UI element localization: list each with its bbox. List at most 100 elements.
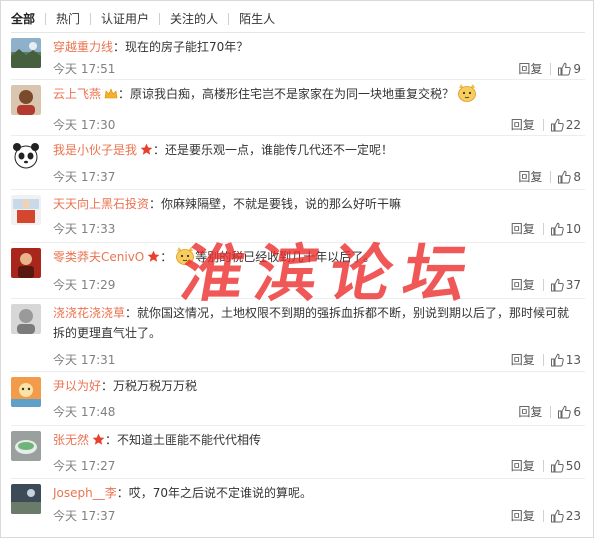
comment-username[interactable]: 穿越重力线 (53, 40, 113, 54)
comment-text: 不知道土匪能不能代代相传 (117, 433, 262, 447)
comment-actions: 回复 8 (518, 168, 581, 186)
comment-time: 今天 17:48 (53, 405, 116, 419)
like-button[interactable]: 9 (557, 60, 581, 78)
thumbs-up-icon (550, 278, 564, 292)
thumbs-up-icon (550, 222, 564, 236)
like-button[interactable]: 8 (557, 168, 581, 186)
comment-time: 今天 17:33 (53, 222, 116, 236)
tab-following[interactable]: 关注的人 (160, 9, 228, 29)
comment-username[interactable]: Joseph__李 (53, 486, 117, 500)
comment-item: Joseph__李：哎，70年之后说不定谁说的算呢。 今天 17:37 回复 2… (11, 479, 585, 529)
comment-body: 零类莽夫CenivO：等别的税已经收到几十年以后了。 (53, 247, 581, 271)
like-button[interactable]: 37 (550, 276, 581, 294)
filter-tabs: 全部 热门 认证用户 关注的人 陌生人 (11, 9, 285, 29)
reply-button[interactable]: 回复 (511, 507, 535, 525)
comment-body: 云上飞燕 ：原谅我白痴，高楼形住宅岂不是家家在为同一块地重复交税？ (53, 84, 581, 108)
comment-actions: 回复 6 (518, 403, 581, 421)
reply-button[interactable]: 回复 (518, 60, 542, 78)
comment-body: 尹以为好：万税万税万万税 (53, 379, 198, 393)
reply-button[interactable]: 回复 (511, 351, 535, 369)
comment-username[interactable]: 尹以为好 (53, 379, 101, 393)
comment-meta: 今天 17:31 回复 13 (53, 351, 581, 369)
action-separator (550, 171, 552, 183)
vip-crown-icon (104, 86, 118, 106)
comment-time: 今天 17:51 (53, 62, 116, 76)
comment-actions: 回复 50 (511, 457, 581, 475)
tab-strangers[interactable]: 陌生人 (229, 9, 285, 29)
comment-meta: 今天 17:29 回复 37 (53, 276, 581, 294)
reply-button[interactable]: 回复 (511, 116, 535, 134)
comment-item: 我是小伙子是我 ：还是要乐观一点，谁能传几代还不一定呢！ 今天 17:37 回复 … (11, 136, 585, 190)
comment-text: 现在的房子能扛70年？ (125, 40, 249, 54)
like-button[interactable]: 22 (550, 116, 581, 134)
comment-body: 穿越重力线：现在的房子能扛70年？ (53, 40, 249, 54)
sketch-avatar-icon[interactable] (11, 304, 41, 334)
reply-button[interactable]: 回复 (518, 403, 542, 421)
red-figure-avatar-icon[interactable] (11, 248, 41, 278)
comment-username[interactable]: 云上飞燕 (53, 87, 101, 101)
landscape-avatar-icon[interactable] (11, 38, 41, 68)
thumbs-up-icon (558, 62, 572, 76)
reply-button[interactable]: 回复 (518, 168, 542, 186)
like-count: 13 (565, 353, 581, 367)
comment-actions: 回复 22 (511, 116, 581, 134)
comment-actions: 回复 37 (511, 276, 581, 294)
comment-actions: 回复 9 (518, 60, 581, 78)
reply-button[interactable]: 回复 (511, 220, 535, 238)
star-badge-icon (147, 249, 160, 269)
comment-item: 尹以为好：万税万税万万税 今天 17:48 回复 6 (11, 372, 585, 426)
comment-text: 万税万税万万税 (113, 379, 198, 393)
thumbs-up-icon (550, 509, 564, 523)
star-badge-icon (92, 432, 105, 452)
comment-panel: 全部 热门 认证用户 关注的人 陌生人 穿越重力线：现在的房子能扛70年？ 今天… (0, 0, 594, 538)
panda-avatar-icon[interactable] (11, 141, 41, 171)
comment-time: 今天 17:29 (53, 278, 116, 292)
comment-username[interactable]: 浇浇花浇浇草 (53, 306, 125, 320)
comment-time: 今天 17:37 (53, 170, 116, 184)
comment-text: 还是要乐观一点，谁能传几代还不一定呢！ (165, 143, 394, 157)
tab-verified-users[interactable]: 认证用户 (91, 9, 159, 29)
comment-time: 今天 17:27 (53, 459, 116, 473)
comment-text: 你麻辣隔壁，不就是要钱，说的那么好听干嘛 (161, 197, 402, 211)
like-button[interactable]: 13 (550, 351, 581, 369)
reply-button[interactable]: 回复 (511, 276, 535, 294)
comment-body: 我是小伙子是我 ：还是要乐观一点，谁能传几代还不一定呢！ (53, 140, 581, 162)
thumbs-up-icon (550, 353, 564, 367)
comment-meta: 今天 17:33 回复 10 (53, 220, 581, 238)
tab-all[interactable]: 全部 (11, 9, 45, 29)
comment-username[interactable]: 我是小伙子是我 (53, 143, 137, 157)
comment-body: Joseph__李：哎，70年之后说不定谁说的算呢。 (53, 486, 313, 500)
like-button[interactable]: 50 (550, 457, 581, 475)
comment-username[interactable]: 张无然 (53, 433, 89, 447)
tab-hot[interactable]: 热门 (46, 9, 90, 29)
like-button[interactable]: 10 (550, 220, 581, 238)
comment-username[interactable]: 零类莽夫CenivO (53, 250, 144, 264)
cartoon-avatar-icon[interactable] (11, 195, 41, 225)
action-separator (542, 279, 544, 291)
action-separator (542, 354, 544, 366)
comment-username[interactable]: 天天向上黑石投资 (53, 197, 149, 211)
cat-face-emoticon (457, 84, 477, 108)
dark-photo-avatar-icon[interactable] (11, 484, 41, 514)
action-separator (542, 510, 544, 522)
colorful-avatar-icon[interactable] (11, 377, 41, 407)
comment-item: 浇浇花浇浇草：就你国这情况，土地权限不到期的强拆血拆都不断，别说到期以后了，那时… (11, 299, 585, 372)
comment-text: 哎，70年之后说不定谁说的算呢。 (128, 486, 313, 500)
comment-item: 天天向上黑石投资：你麻辣隔壁，不就是要钱，说的那么好听干嘛 今天 17:33 回… (11, 190, 585, 243)
comment-time: 今天 17:37 (53, 509, 116, 523)
like-button[interactable]: 6 (557, 403, 581, 421)
comment-meta: 今天 17:37 回复 23 (53, 507, 581, 525)
like-button[interactable]: 23 (550, 507, 581, 525)
comment-time: 今天 17:30 (53, 118, 116, 132)
comment-body: 张无然 ：不知道土匪能不能代代相传 (53, 430, 581, 452)
comment-item: 穿越重力线：现在的房子能扛70年？ 今天 17:51 回复 9 (11, 33, 585, 80)
thumbs-up-icon (550, 118, 564, 132)
like-count: 50 (565, 459, 581, 473)
reply-button[interactable]: 回复 (511, 457, 535, 475)
comment-list: 穿越重力线：现在的房子能扛70年？ 今天 17:51 回复 9 云上飞燕 ：原谅… (11, 33, 585, 529)
bowl-avatar-icon[interactable] (11, 431, 41, 461)
thumbs-up-icon (558, 405, 572, 419)
person-avatar-icon[interactable] (11, 85, 41, 115)
action-separator (542, 223, 544, 235)
like-count: 6 (573, 405, 581, 419)
